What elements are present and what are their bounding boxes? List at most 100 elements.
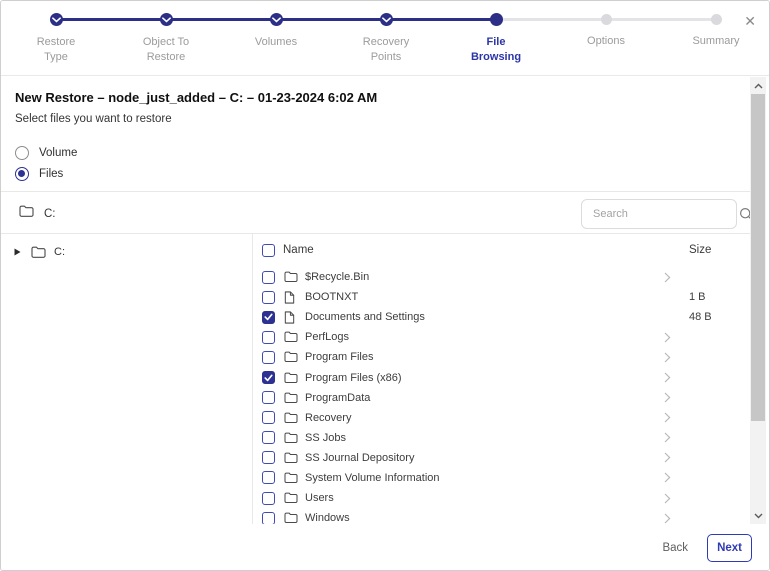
row-checkbox[interactable]	[262, 291, 275, 304]
folder-tree-panel: C:	[1, 233, 253, 524]
table-row[interactable]: PerfLogs	[253, 327, 751, 347]
stepper-step[interactable]: File Browsing	[441, 13, 551, 65]
wizard-stepper: Restore Type Object To Restore Volumes R…	[1, 1, 769, 76]
file-browser: C: Name Size $Recycle.	[1, 233, 751, 524]
radio-label: Files	[39, 168, 63, 180]
file-table: Name Size $Recycle.Bin	[253, 233, 751, 524]
wizard-footer: Back Next	[1, 524, 770, 571]
back-button[interactable]: Back	[662, 542, 688, 554]
row-checkbox[interactable]	[262, 271, 275, 284]
stepper-step[interactable]: Recovery Points	[331, 13, 441, 65]
row-checkbox[interactable]	[262, 351, 275, 364]
table-row[interactable]: ProgramData	[253, 388, 751, 408]
stepper-step[interactable]: Restore Type	[1, 13, 111, 65]
folder-icon	[284, 331, 298, 343]
row-checkbox[interactable]	[262, 371, 275, 384]
step-marker-icon[interactable]	[160, 13, 173, 26]
folder-icon	[284, 271, 298, 283]
chevron-right-icon[interactable]	[664, 472, 671, 483]
stepper-step[interactable]: Object To Restore	[111, 13, 221, 65]
folder-icon	[284, 392, 298, 404]
step-label: Summary	[661, 34, 770, 49]
folder-icon	[284, 472, 298, 484]
step-label: Object To Restore	[111, 35, 221, 65]
radio-icon[interactable]	[15, 167, 29, 181]
table-row[interactable]: BOOTNXT 1 B	[253, 287, 751, 307]
table-row[interactable]: Program Files (x86)	[253, 367, 751, 387]
step-marker-icon[interactable]	[380, 13, 393, 26]
radio-option[interactable]: Volume	[15, 142, 751, 163]
row-checkbox[interactable]	[262, 492, 275, 505]
folder-icon	[284, 351, 298, 363]
table-row[interactable]: Windows	[253, 508, 751, 524]
table-row[interactable]: System Volume Information	[253, 468, 751, 488]
row-checkbox[interactable]	[262, 431, 275, 444]
folder-icon	[284, 512, 298, 524]
restore-mode-radio-group: Volume Files	[15, 142, 751, 184]
chevron-right-icon[interactable]	[664, 412, 671, 423]
table-row[interactable]: SS Jobs	[253, 428, 751, 448]
row-checkbox[interactable]	[262, 311, 275, 324]
row-checkbox[interactable]	[262, 411, 275, 424]
step-marker-icon[interactable]	[270, 13, 283, 26]
row-name: Program Files	[305, 351, 664, 363]
stepper-step[interactable]: Volumes	[221, 13, 331, 50]
row-name: System Volume Information	[305, 472, 664, 484]
step-label: File Browsing	[441, 35, 551, 65]
file-icon	[284, 311, 295, 324]
step-label: Restore Type	[1, 35, 111, 65]
radio-icon[interactable]	[15, 146, 29, 160]
row-size: 1 B	[689, 291, 751, 303]
expand-arrow-icon[interactable]	[14, 248, 22, 256]
select-all-checkbox[interactable]	[262, 244, 275, 257]
scrollbar-thumb[interactable]	[751, 94, 765, 421]
table-row[interactable]: $Recycle.Bin	[253, 267, 751, 287]
chevron-right-icon[interactable]	[664, 513, 671, 524]
step-label: Options	[551, 34, 661, 49]
step-marker-icon[interactable]	[50, 13, 63, 26]
row-name: SS Jobs	[305, 432, 664, 444]
folder-icon	[284, 432, 298, 444]
chevron-right-icon[interactable]	[664, 352, 671, 363]
next-button[interactable]: Next	[707, 534, 752, 562]
table-row[interactable]: Documents and Settings 48 B	[253, 307, 751, 327]
path-bar: C:	[1, 192, 751, 233]
row-checkbox[interactable]	[262, 451, 275, 464]
search-box	[581, 199, 737, 229]
scroll-up-icon[interactable]	[750, 77, 766, 94]
tree-item-c-drive[interactable]: C:	[14, 243, 252, 261]
chevron-right-icon[interactable]	[664, 332, 671, 343]
chevron-right-icon[interactable]	[664, 392, 671, 403]
search-input[interactable]	[582, 208, 739, 220]
row-name: Recovery	[305, 412, 664, 424]
scroll-down-icon[interactable]	[750, 507, 766, 524]
table-row[interactable]: Users	[253, 488, 751, 508]
chevron-right-icon[interactable]	[664, 452, 671, 463]
row-checkbox[interactable]	[262, 471, 275, 484]
folder-icon	[284, 452, 298, 464]
chevron-right-icon[interactable]	[664, 493, 671, 504]
row-name: Windows	[305, 512, 664, 524]
breadcrumb[interactable]: C:	[19, 205, 56, 223]
row-checkbox[interactable]	[262, 331, 275, 344]
vertical-scrollbar[interactable]	[750, 77, 766, 524]
row-name: Documents and Settings	[305, 311, 664, 323]
step-marker-icon[interactable]	[711, 14, 722, 25]
close-icon[interactable]: ✕	[744, 14, 756, 28]
step-marker-icon[interactable]	[601, 14, 612, 25]
chevron-right-icon[interactable]	[664, 432, 671, 443]
stepper-step[interactable]: Options	[551, 13, 661, 49]
table-row[interactable]: Recovery	[253, 408, 751, 428]
table-row[interactable]: Program Files	[253, 347, 751, 367]
chevron-right-icon[interactable]	[664, 272, 671, 283]
page-title: New Restore – node_just_added – C: – 01-…	[15, 90, 751, 105]
size-column-header[interactable]: Size	[689, 244, 751, 256]
chevron-right-icon[interactable]	[664, 372, 671, 383]
table-row[interactable]: SS Journal Depository	[253, 448, 751, 468]
row-name: SS Journal Depository	[305, 452, 664, 464]
name-column-header[interactable]: Name	[283, 244, 664, 256]
row-checkbox[interactable]	[262, 391, 275, 404]
radio-option[interactable]: Files	[15, 163, 751, 184]
row-checkbox[interactable]	[262, 512, 275, 524]
step-marker-icon[interactable]	[490, 13, 503, 26]
